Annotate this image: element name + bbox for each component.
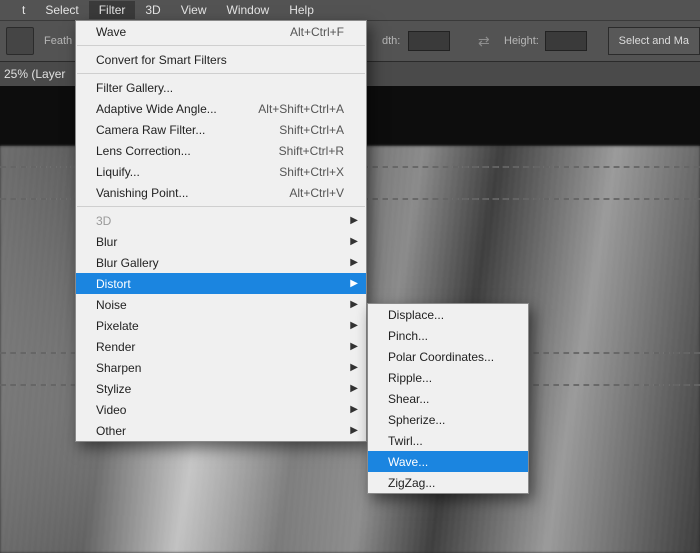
menu-item-label: Spherize... <box>388 413 506 427</box>
filter-item[interactable]: Liquify... Shift+Ctrl+X <box>76 161 366 182</box>
menu-item-label: Wave... <box>388 455 506 469</box>
menu-item-label: Displace... <box>388 308 506 322</box>
select-and-mask-button[interactable]: Select and Ma <box>608 27 700 55</box>
distort-submenu: Displace... Pinch... Polar Coordinates... R… <box>367 303 529 494</box>
menu-item-accel: Shift+Ctrl+A <box>279 123 344 137</box>
filter-submenu-item[interactable]: Pixelate ▶ <box>76 315 366 336</box>
menu-separator <box>77 73 365 74</box>
filter-submenu-item[interactable]: Sharpen ▶ <box>76 357 366 378</box>
filter-dropdown: Wave Alt+Ctrl+F Convert for Smart Filter… <box>75 20 367 442</box>
filter-submenu-item[interactable]: Blur Gallery ▶ <box>76 252 366 273</box>
menu-item-label: 3D <box>96 214 344 228</box>
menu-item-accel: Alt+Ctrl+F <box>290 25 344 39</box>
chevron-right-icon: ▶ <box>350 425 358 436</box>
menu-item-label: Convert for Smart Filters <box>96 53 344 67</box>
chevron-right-icon: ▶ <box>350 236 358 247</box>
menu-item-accel: Shift+Ctrl+R <box>279 144 344 158</box>
width-input[interactable] <box>408 31 450 51</box>
menu-item-label: Camera Raw Filter... <box>96 123 267 137</box>
menu-item-label: Vanishing Point... <box>96 186 277 200</box>
menu-item-label: Ripple... <box>388 371 506 385</box>
menu-item-label: Sharpen <box>96 361 344 375</box>
menu-item-label: Stylize <box>96 382 344 396</box>
filter-item[interactable]: Filter Gallery... <box>76 77 366 98</box>
filter-submenu-item[interactable]: Render ▶ <box>76 336 366 357</box>
menu-item-accel: Alt+Shift+Ctrl+A <box>258 102 344 116</box>
menu-item-label: Wave <box>96 25 278 39</box>
filter-item[interactable]: Vanishing Point... Alt+Ctrl+V <box>76 182 366 203</box>
filter-submenu-item[interactable]: Video ▶ <box>76 399 366 420</box>
feather-label-fragment: Feath <box>44 35 72 47</box>
menu-item-label: Lens Correction... <box>96 144 267 158</box>
distort-item[interactable]: Twirl... <box>368 430 528 451</box>
swap-icon[interactable]: ⇄ <box>478 33 490 50</box>
menu-item-label: Noise <box>96 298 344 312</box>
menu-select[interactable]: Select <box>35 1 88 19</box>
filter-submenu-item: 3D ▶ <box>76 210 366 231</box>
menu-separator <box>77 206 365 207</box>
menu-item-label: Pinch... <box>388 329 506 343</box>
width-label-fragment: dth: <box>382 35 400 47</box>
filter-submenu-item[interactable]: Blur ▶ <box>76 231 366 252</box>
tool-icon[interactable] <box>6 27 34 55</box>
distort-item[interactable]: Shear... <box>368 388 528 409</box>
filter-submenu-item[interactable]: Other ▶ <box>76 420 366 441</box>
chevron-right-icon: ▶ <box>350 257 358 268</box>
menu-filter[interactable]: Filter <box>89 1 136 19</box>
filter-submenu-item[interactable]: Stylize ▶ <box>76 378 366 399</box>
document-title: 25% (Layer <box>4 67 65 81</box>
distort-item[interactable]: Displace... <box>368 304 528 325</box>
height-label: Height: <box>504 35 539 47</box>
menu-item-label: Other <box>96 424 344 438</box>
distort-item[interactable]: Wave... <box>368 451 528 472</box>
filter-submenu-item[interactable]: Distort ▶ <box>76 273 366 294</box>
filter-submenu-item[interactable]: Noise ▶ <box>76 294 366 315</box>
menu-3d[interactable]: 3D <box>135 1 170 19</box>
menu-item-label: Polar Coordinates... <box>388 350 506 364</box>
menu-window[interactable]: Window <box>217 1 280 19</box>
chevron-right-icon: ▶ <box>350 215 358 226</box>
menubar: t Select Filter 3D View Window Help <box>0 0 700 20</box>
menu-help[interactable]: Help <box>279 1 324 19</box>
distort-item[interactable]: Spherize... <box>368 409 528 430</box>
menu-item-label: Pixelate <box>96 319 344 333</box>
menu-item-label: Distort <box>96 277 344 291</box>
filter-item[interactable]: Camera Raw Filter... Shift+Ctrl+A <box>76 119 366 140</box>
menu-item-accel: Alt+Ctrl+V <box>289 186 344 200</box>
filter-item[interactable]: Lens Correction... Shift+Ctrl+R <box>76 140 366 161</box>
menu-view[interactable]: View <box>171 1 217 19</box>
chevron-right-icon: ▶ <box>350 404 358 415</box>
distort-item[interactable]: ZigZag... <box>368 472 528 493</box>
distort-item[interactable]: Polar Coordinates... <box>368 346 528 367</box>
menu-item-label: Blur <box>96 235 344 249</box>
chevron-right-icon: ▶ <box>350 320 358 331</box>
menu-item-label: Adaptive Wide Angle... <box>96 102 246 116</box>
menu-item-label: ZigZag... <box>388 476 506 490</box>
filter-last-wave[interactable]: Wave Alt+Ctrl+F <box>76 21 366 42</box>
distort-item[interactable]: Ripple... <box>368 367 528 388</box>
menu-item-label: Render <box>96 340 344 354</box>
distort-item[interactable]: Pinch... <box>368 325 528 346</box>
filter-item[interactable]: Adaptive Wide Angle... Alt+Shift+Ctrl+A <box>76 98 366 119</box>
menu-item-accel: Shift+Ctrl+X <box>279 165 344 179</box>
height-input[interactable] <box>545 31 587 51</box>
menu-item-label: Shear... <box>388 392 506 406</box>
chevron-right-icon: ▶ <box>350 362 358 373</box>
menu-item-label: Filter Gallery... <box>96 81 344 95</box>
menu-item-label: Blur Gallery <box>96 256 344 270</box>
menu-edit-fragment[interactable]: t <box>12 1 35 19</box>
chevron-right-icon: ▶ <box>350 383 358 394</box>
menu-item-label: Video <box>96 403 344 417</box>
chevron-right-icon: ▶ <box>350 341 358 352</box>
chevron-right-icon: ▶ <box>350 299 358 310</box>
filter-convert-smart[interactable]: Convert for Smart Filters <box>76 49 366 70</box>
menu-item-label: Twirl... <box>388 434 506 448</box>
menu-separator <box>77 45 365 46</box>
chevron-right-icon: ▶ <box>350 278 358 289</box>
menu-item-label: Liquify... <box>96 165 267 179</box>
